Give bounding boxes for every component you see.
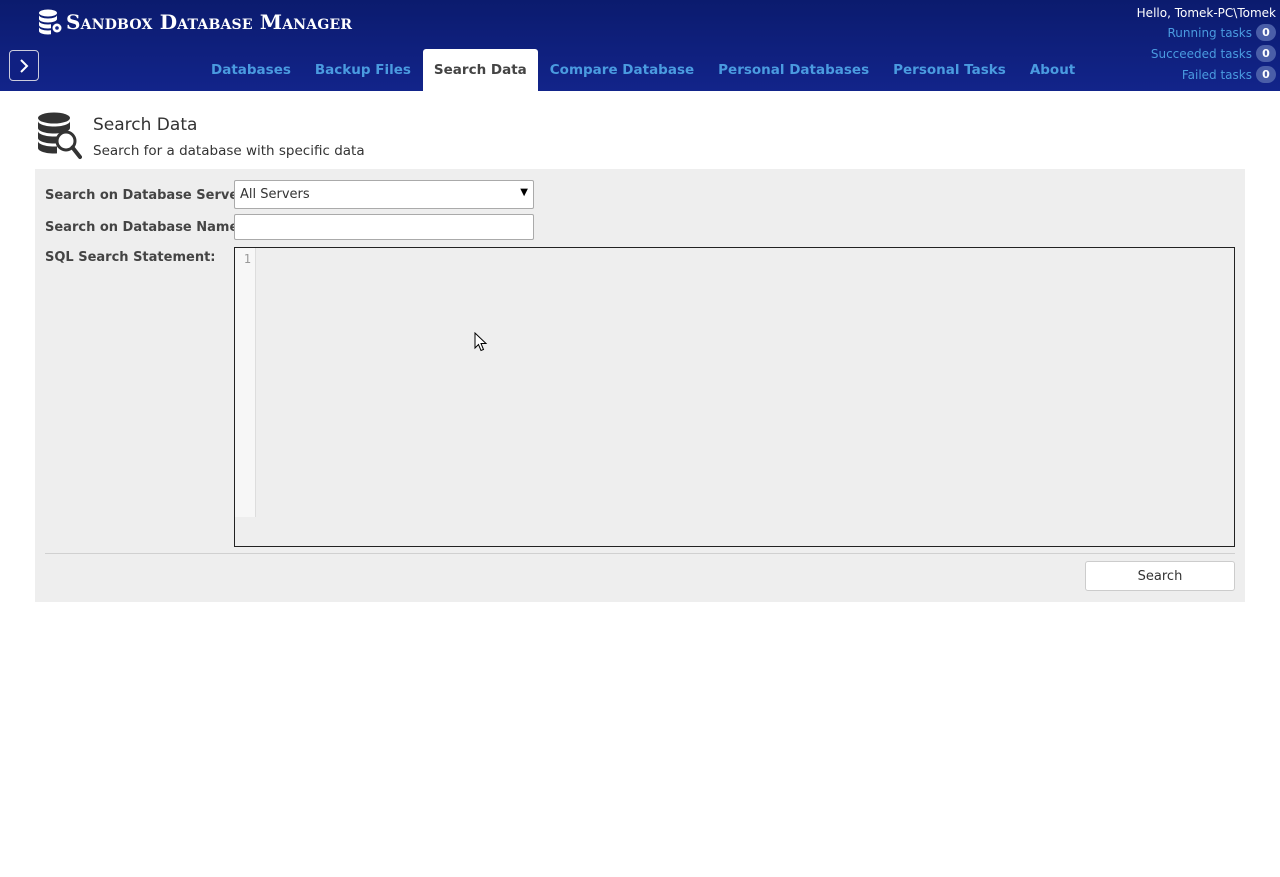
main-nav-tabs: Databases Backup Files Search Data Compa… — [199, 49, 1087, 91]
failed-tasks-link[interactable]: Failed tasks — [1182, 68, 1252, 82]
form-divider — [45, 553, 1235, 554]
sidebar-toggle-button[interactable] — [9, 50, 39, 81]
line-number: 1 — [243, 252, 251, 266]
mouse-pointer-icon — [474, 332, 488, 352]
page-header: Search Data Search for a database with s… — [36, 111, 365, 161]
failed-tasks-badge: 0 — [1256, 66, 1276, 83]
sql-editor[interactable]: 1 — [234, 247, 1235, 547]
database-name-label: Search on Database Name: — [45, 220, 244, 235]
server-select-value: All Servers — [240, 187, 310, 202]
database-search-icon — [38, 112, 82, 159]
tab-compare-database[interactable]: Compare Database — [538, 49, 706, 91]
tab-search-data[interactable]: Search Data — [422, 49, 538, 91]
tab-personal-databases[interactable]: Personal Databases — [706, 49, 881, 91]
running-tasks-link[interactable]: Running tasks — [1168, 26, 1253, 40]
sql-statement-label: SQL Search Statement: — [45, 250, 216, 265]
running-tasks-badge: 0 — [1256, 24, 1276, 41]
succeeded-tasks-badge: 0 — [1256, 45, 1276, 62]
page-title: Search Data — [93, 115, 198, 135]
succeeded-tasks-row: Succeeded tasks 0 — [1137, 43, 1276, 64]
tab-about[interactable]: About — [1018, 49, 1087, 91]
tab-databases[interactable]: Databases — [199, 49, 303, 91]
succeeded-tasks-link[interactable]: Succeeded tasks — [1151, 47, 1252, 61]
page-heading-text: Search Data Search for a database with s… — [93, 111, 365, 161]
server-label: Search on Database Server: — [45, 188, 250, 203]
server-select[interactable]: All Servers ▼ — [234, 180, 534, 209]
editor-gutter: 1 — [235, 248, 256, 517]
app-title: Sandbox Database Manager — [66, 10, 353, 34]
database-gear-icon — [39, 9, 62, 35]
user-area: Hello, Tomek-PC\Tomek Running tasks 0 Su… — [1137, 4, 1276, 85]
chevron-right-icon — [20, 58, 29, 73]
search-form-panel: Search on Database Server: All Servers ▼… — [35, 169, 1245, 602]
tab-personal-tasks[interactable]: Personal Tasks — [881, 49, 1018, 91]
failed-tasks-row: Failed tasks 0 — [1137, 64, 1276, 85]
brand[interactable]: Sandbox Database Manager — [38, 8, 352, 36]
app-header: Sandbox Database Manager Databases Backu… — [0, 0, 1280, 91]
page-subtitle: Search for a database with specific data — [93, 143, 365, 159]
database-name-input[interactable] — [234, 214, 534, 240]
user-greeting: Hello, Tomek-PC\Tomek — [1136, 6, 1276, 20]
tab-backup-files[interactable]: Backup Files — [303, 49, 423, 91]
dropdown-arrow-icon: ▼ — [520, 187, 528, 198]
running-tasks-row: Running tasks 0 — [1137, 22, 1276, 43]
search-button[interactable]: Search — [1085, 561, 1235, 591]
